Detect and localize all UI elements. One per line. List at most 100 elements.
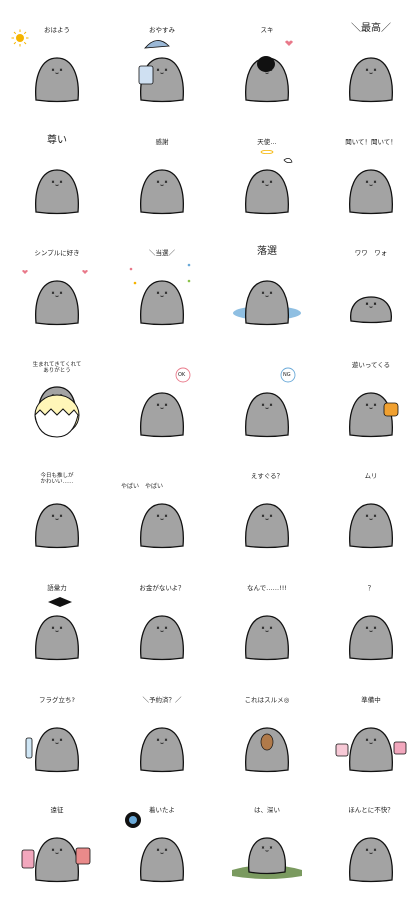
sticker-14[interactable]: OK: [117, 355, 207, 450]
sticker-sheet: おはよう おやすみ スキ ＼最高／ 尊い 感謝 天使… 聞いて！聞いて！ シンプルに好き ＼当選／…: [0, 0, 420, 897]
sticker-5[interactable]: 尊い: [12, 132, 102, 227]
blob-body: [245, 280, 289, 326]
sticker-25[interactable]: フラグ立ち?: [12, 690, 102, 785]
squid-icon: [260, 733, 274, 751]
sticker-illustration: [233, 280, 301, 326]
sticker-caption: お金がないよ？: [139, 584, 185, 592]
sticker-26[interactable]: ＼予約済？／: [117, 690, 207, 785]
blob-body: [349, 615, 393, 661]
sticker-illustration: [22, 270, 88, 326]
sticker-16[interactable]: 遊いってくる: [326, 355, 416, 450]
sticker-illustration: [125, 812, 184, 883]
blob-body: [140, 727, 184, 773]
sticker-29[interactable]: 遠征: [12, 800, 102, 895]
blob-body: [349, 169, 393, 215]
sticker-8[interactable]: 聞いて！聞いて！: [326, 132, 416, 227]
sticker-illustration: [140, 367, 191, 438]
blob-body: [35, 57, 79, 103]
sticker-9[interactable]: シンプルに好き: [12, 243, 102, 338]
sticker-28[interactable]: 準備中: [326, 690, 416, 785]
bubble-text: NG: [283, 372, 291, 378]
sticker-caption: ＼予約済？／: [142, 696, 182, 704]
sticker-13[interactable]: 生まれてきてくれて ありがとう: [12, 355, 102, 450]
sticker-illustration: [245, 615, 289, 661]
blob-body: [140, 615, 184, 661]
sticker-1[interactable]: おはよう: [11, 20, 102, 115]
sticker-23[interactable]: なんで……!!!: [222, 578, 312, 673]
sticker-illustration: [245, 367, 296, 438]
blob-body: [247, 837, 287, 875]
sticker-illustration: [350, 296, 392, 324]
sticker-10[interactable]: ＼当選／: [117, 243, 207, 338]
sticker-17[interactable]: 今日も推しが かわいい……: [12, 466, 102, 561]
blob-body: [140, 837, 184, 883]
sticker-2[interactable]: おやすみ: [117, 20, 207, 115]
sticker-20[interactable]: ムリ: [326, 466, 416, 561]
sticker-30[interactable]: 着いたよ: [117, 800, 207, 895]
sticker-illustration: [11, 29, 79, 103]
sticker-caption: 遠征: [50, 806, 64, 814]
blob-body: [35, 280, 79, 326]
hearts-icon: [22, 270, 88, 274]
wings-icon: [260, 149, 293, 164]
sticker-31[interactable]: は、深い: [222, 800, 312, 895]
sticker-illustration: [35, 169, 79, 215]
sticker-illustration: [35, 597, 79, 661]
sticker-illustration: [335, 727, 407, 773]
sticker-caption: おやすみ: [149, 26, 175, 34]
sticker-27[interactable]: これはスルメ◎: [222, 690, 312, 785]
sticker-12[interactable]: ワワ ワォ: [326, 243, 416, 338]
blob-body: [140, 503, 184, 549]
sticker-32[interactable]: ほんとに不快？: [326, 800, 416, 895]
sticker-caption: ？: [367, 584, 375, 592]
blob-body: [245, 169, 289, 215]
blob-body: [350, 296, 392, 324]
sticker-22[interactable]: お金がないよ？: [117, 578, 207, 673]
sticker-15[interactable]: NG: [222, 355, 312, 450]
sticker-illustration: [245, 40, 293, 103]
sticker-illustration: [349, 503, 393, 549]
sticker-illustration: [140, 615, 184, 661]
sticker-caption: 感謝: [155, 138, 169, 146]
sticker-caption: えすぐる？: [250, 472, 284, 480]
sticker-11[interactable]: 落選: [222, 243, 312, 338]
blob-body: [245, 615, 289, 661]
sticker-caption: フラグ立ち?: [39, 696, 75, 704]
sticker-illustration: [349, 57, 393, 103]
sticker-caption: ワワ ワォ: [354, 249, 388, 257]
sticker-caption: 生まれてきてくれて ありがとう: [32, 362, 82, 374]
sticker-illustration: [140, 503, 184, 549]
sticker-3[interactable]: スキ: [222, 20, 312, 115]
blob-body: [140, 392, 184, 438]
bag-icon: [383, 402, 399, 417]
blob-body: [140, 169, 184, 215]
bubble-text: OK: [178, 372, 186, 378]
sticker-illustration: [129, 263, 191, 326]
blob-body: [35, 727, 79, 773]
blob-body: [245, 503, 289, 549]
blob-body: [35, 615, 79, 661]
sticker-caption: 落選: [257, 246, 277, 257]
sticker-24[interactable]: ？: [326, 578, 416, 673]
sticker-caption: なんで……!!!: [247, 584, 287, 592]
sticker-illustration: [245, 149, 293, 215]
sticker-caption: 語彙力: [47, 584, 67, 592]
sticker-7[interactable]: 天使…: [222, 132, 312, 227]
sticker-21[interactable]: 語彙力: [12, 578, 102, 673]
sticker-illustration: [232, 837, 302, 879]
blob-body: [349, 57, 393, 103]
sticker-illustration: [245, 727, 289, 773]
sticker-caption: スキ: [260, 26, 274, 34]
sticker-18[interactable]: やばい やばい: [117, 466, 207, 561]
sticker-caption: ムリ: [364, 472, 378, 480]
sticker-4[interactable]: ＼最高／: [326, 20, 416, 115]
sticker-19[interactable]: えすぐる？: [222, 466, 312, 561]
blob-body: [35, 837, 79, 883]
sticker-6[interactable]: 感謝: [117, 132, 207, 227]
sticker-illustration: [349, 392, 399, 438]
sticker-caption: ＼最高／: [351, 23, 391, 34]
sticker-illustration: [349, 837, 393, 883]
sticker-caption: 着いたよ: [149, 806, 175, 814]
sticker-caption: これはスルメ◎: [244, 696, 290, 704]
sticker-illustration: [140, 727, 184, 773]
